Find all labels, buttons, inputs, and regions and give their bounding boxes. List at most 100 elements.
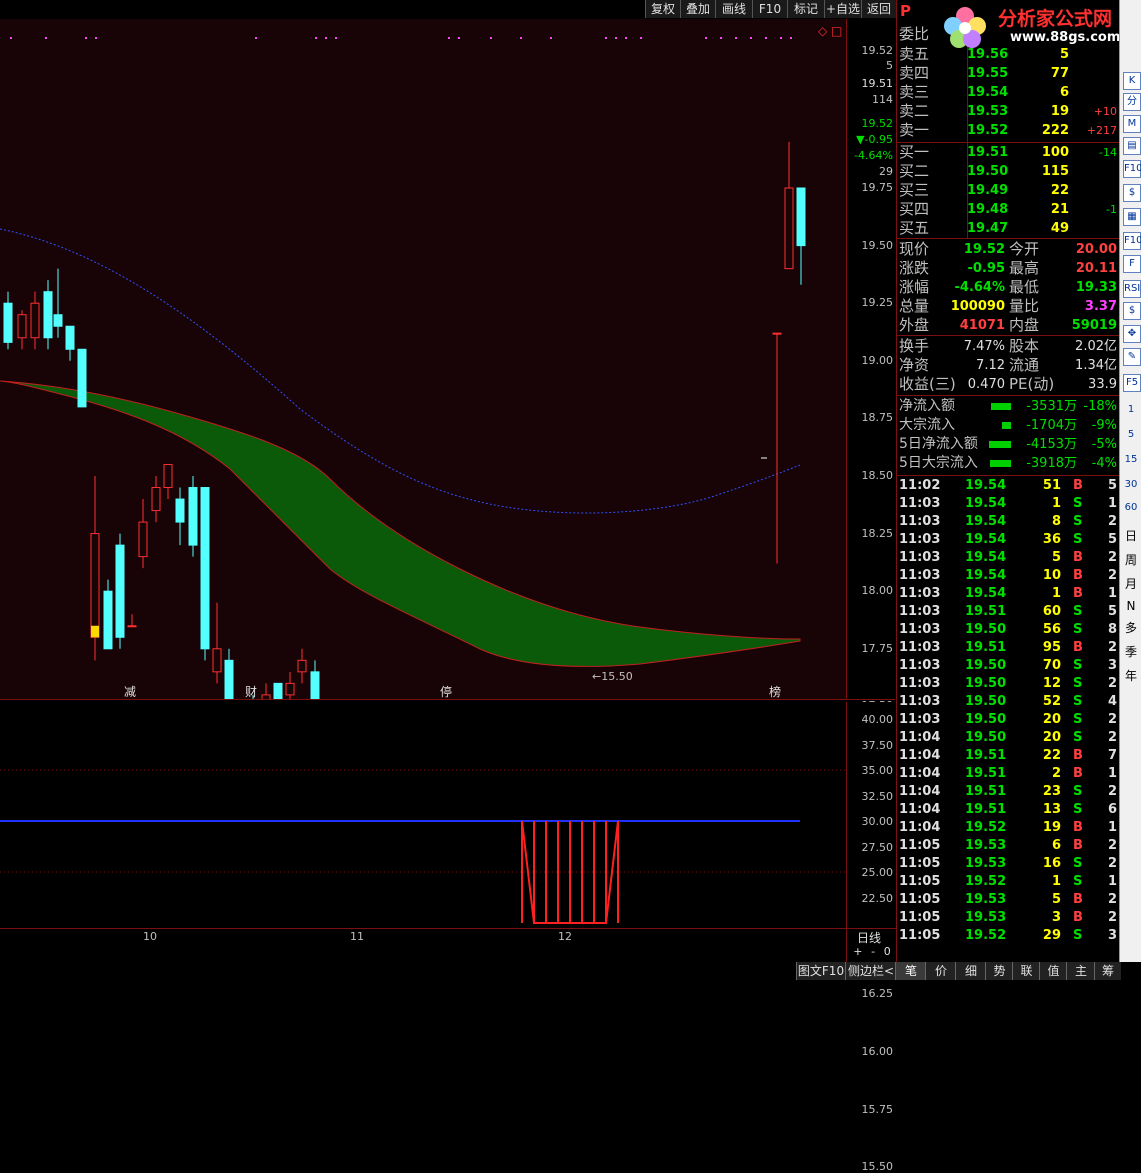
tick-row: 11:03 19.54 1 B 1	[897, 585, 1119, 603]
flow-pct: -5%	[1091, 437, 1117, 452]
bottom-tab[interactable]: 值	[1039, 962, 1067, 980]
tick-time: 11:05	[899, 910, 941, 925]
mark-button[interactable]: 标记	[787, 0, 824, 18]
quote-label: 外盘	[899, 316, 930, 334]
minute-icon[interactable]: M	[1123, 115, 1141, 133]
period-label[interactable]: 日线	[857, 929, 881, 946]
n-icon[interactable]: N	[1123, 598, 1139, 614]
bottom-tab[interactable]: 筹	[1094, 962, 1121, 980]
f10-icon[interactable]: F10	[1123, 160, 1141, 178]
tick-direction: B	[1073, 586, 1083, 601]
order-change: -1	[1106, 203, 1117, 216]
back-button[interactable]: 返回	[861, 0, 896, 18]
diamond-icon[interactable]: ◇	[818, 24, 828, 38]
zoom-in-button[interactable]: +	[853, 945, 862, 958]
order-level-label: 卖四	[899, 64, 930, 82]
f-icon[interactable]: F	[1123, 255, 1141, 273]
list-icon[interactable]: ▤	[1123, 137, 1141, 155]
zoom-out-button[interactable]: -	[871, 945, 875, 958]
order-volume: 22	[1050, 183, 1069, 198]
order-level-label: 卖二	[899, 102, 930, 120]
bottom-tab[interactable]: 主	[1066, 962, 1095, 980]
tick-direction: S	[1073, 874, 1083, 889]
bottom-tab[interactable]: 价	[925, 962, 956, 980]
f10-button[interactable]: F10	[752, 0, 787, 18]
tick-direction: B	[1073, 550, 1083, 565]
mark-cai: 财	[245, 685, 257, 699]
quote-label: 内盘	[1009, 316, 1040, 334]
quote-label: 股本	[1009, 337, 1040, 355]
candle-body	[3, 302, 13, 343]
tick-direction: S	[1073, 694, 1083, 709]
period-30-icon[interactable]: 30	[1123, 477, 1139, 493]
tick-row: 11:05 19.52 1 S 1	[897, 873, 1119, 891]
order-change: +10	[1093, 105, 1117, 118]
candle-body	[151, 487, 161, 512]
period-5-icon[interactable]: 5	[1123, 427, 1139, 443]
quote-label: 换手	[899, 337, 930, 355]
kline-icon[interactable]: K	[1123, 72, 1141, 90]
move-icon[interactable]: ✥	[1123, 325, 1141, 343]
draw-line-button[interactable]: 画线	[715, 0, 752, 18]
bottom-tab[interactable]: 细	[955, 962, 986, 980]
flow-pct: -9%	[1091, 418, 1117, 433]
bottom-tab[interactable]: 笔	[895, 962, 926, 980]
candles-group	[3, 141, 806, 699]
tick-price: 19.54	[965, 550, 1007, 565]
period-1-icon[interactable]: 1	[1123, 402, 1139, 418]
dollar-icon[interactable]: $	[1123, 302, 1141, 320]
bottom-tab[interactable]: 侧边栏<	[845, 962, 896, 980]
tick-time: 11:03	[899, 676, 941, 691]
season-icon[interactable]: 季	[1123, 644, 1139, 660]
grid-icon[interactable]: ▦	[1123, 208, 1141, 226]
fuquan-button[interactable]: 复权	[645, 0, 680, 18]
indicator-tick: 27.50	[861, 840, 894, 854]
add-favorite-button[interactable]: +自选	[824, 0, 861, 18]
quote-row: 现价 19.52 今开 20.00	[897, 240, 1119, 259]
tick-volume: 22	[1042, 748, 1061, 763]
quote-label: 最低	[1009, 278, 1040, 296]
f10-icon[interactable]: F10	[1123, 232, 1141, 250]
period-60-icon[interactable]: 60	[1123, 500, 1139, 516]
tick-row: 11:04 19.52 19 B 1	[897, 819, 1119, 837]
week-icon[interactable]: 周	[1123, 552, 1139, 568]
tick-row: 11:04 19.51 2 B 1	[897, 765, 1119, 783]
overlay-button[interactable]: 叠加	[680, 0, 715, 18]
tick-time: 11:02	[899, 478, 941, 493]
rsi-icon[interactable]: RSI	[1123, 280, 1141, 298]
day-icon[interactable]: 日	[1123, 528, 1139, 544]
window-icon[interactable]: □	[831, 24, 842, 38]
bottom-tab[interactable]: 势	[985, 962, 1013, 980]
tick-volume: 51	[1042, 478, 1061, 493]
f5-icon[interactable]: F5	[1123, 374, 1141, 392]
month-icon[interactable]: 月	[1123, 576, 1139, 592]
signal-candle	[91, 625, 99, 638]
tick-volume: 20	[1042, 730, 1061, 745]
tick-price: 19.53	[965, 910, 1007, 925]
candle-body	[188, 487, 198, 546]
bottom-tab[interactable]: 图文F10	[796, 962, 845, 980]
bottom-tab[interactable]: 联	[1012, 962, 1040, 980]
tick-price: 19.50	[965, 676, 1007, 691]
reset-button[interactable]: 0	[884, 945, 891, 958]
order-level-label: 买四	[899, 200, 930, 218]
tick-price: 19.52	[965, 874, 1007, 889]
fenshi-icon[interactable]: 分	[1123, 93, 1141, 111]
tick-time: 11:03	[899, 514, 941, 529]
price-info-label: 19.52	[861, 117, 894, 130]
tick-time: 11:03	[899, 658, 941, 673]
money-icon[interactable]: $	[1123, 184, 1141, 202]
year-icon[interactable]: 年	[1123, 668, 1139, 684]
tick-direction: S	[1073, 658, 1083, 673]
indicator-svg	[0, 769, 846, 924]
tick-price: 19.52	[965, 928, 1007, 943]
candle-body	[77, 348, 87, 408]
indicator-chart[interactable]	[0, 702, 846, 928]
flow-bar	[990, 460, 1011, 467]
candle-body	[138, 521, 148, 558]
order-volume: 77	[1050, 66, 1069, 81]
multi-icon[interactable]: 多	[1123, 620, 1139, 636]
period-15-icon[interactable]: 15	[1123, 452, 1139, 468]
candlestick-chart[interactable]: ←15.50 减 财 停 榜 ◇ □	[0, 19, 846, 699]
pen-icon[interactable]: ✎	[1123, 348, 1141, 366]
